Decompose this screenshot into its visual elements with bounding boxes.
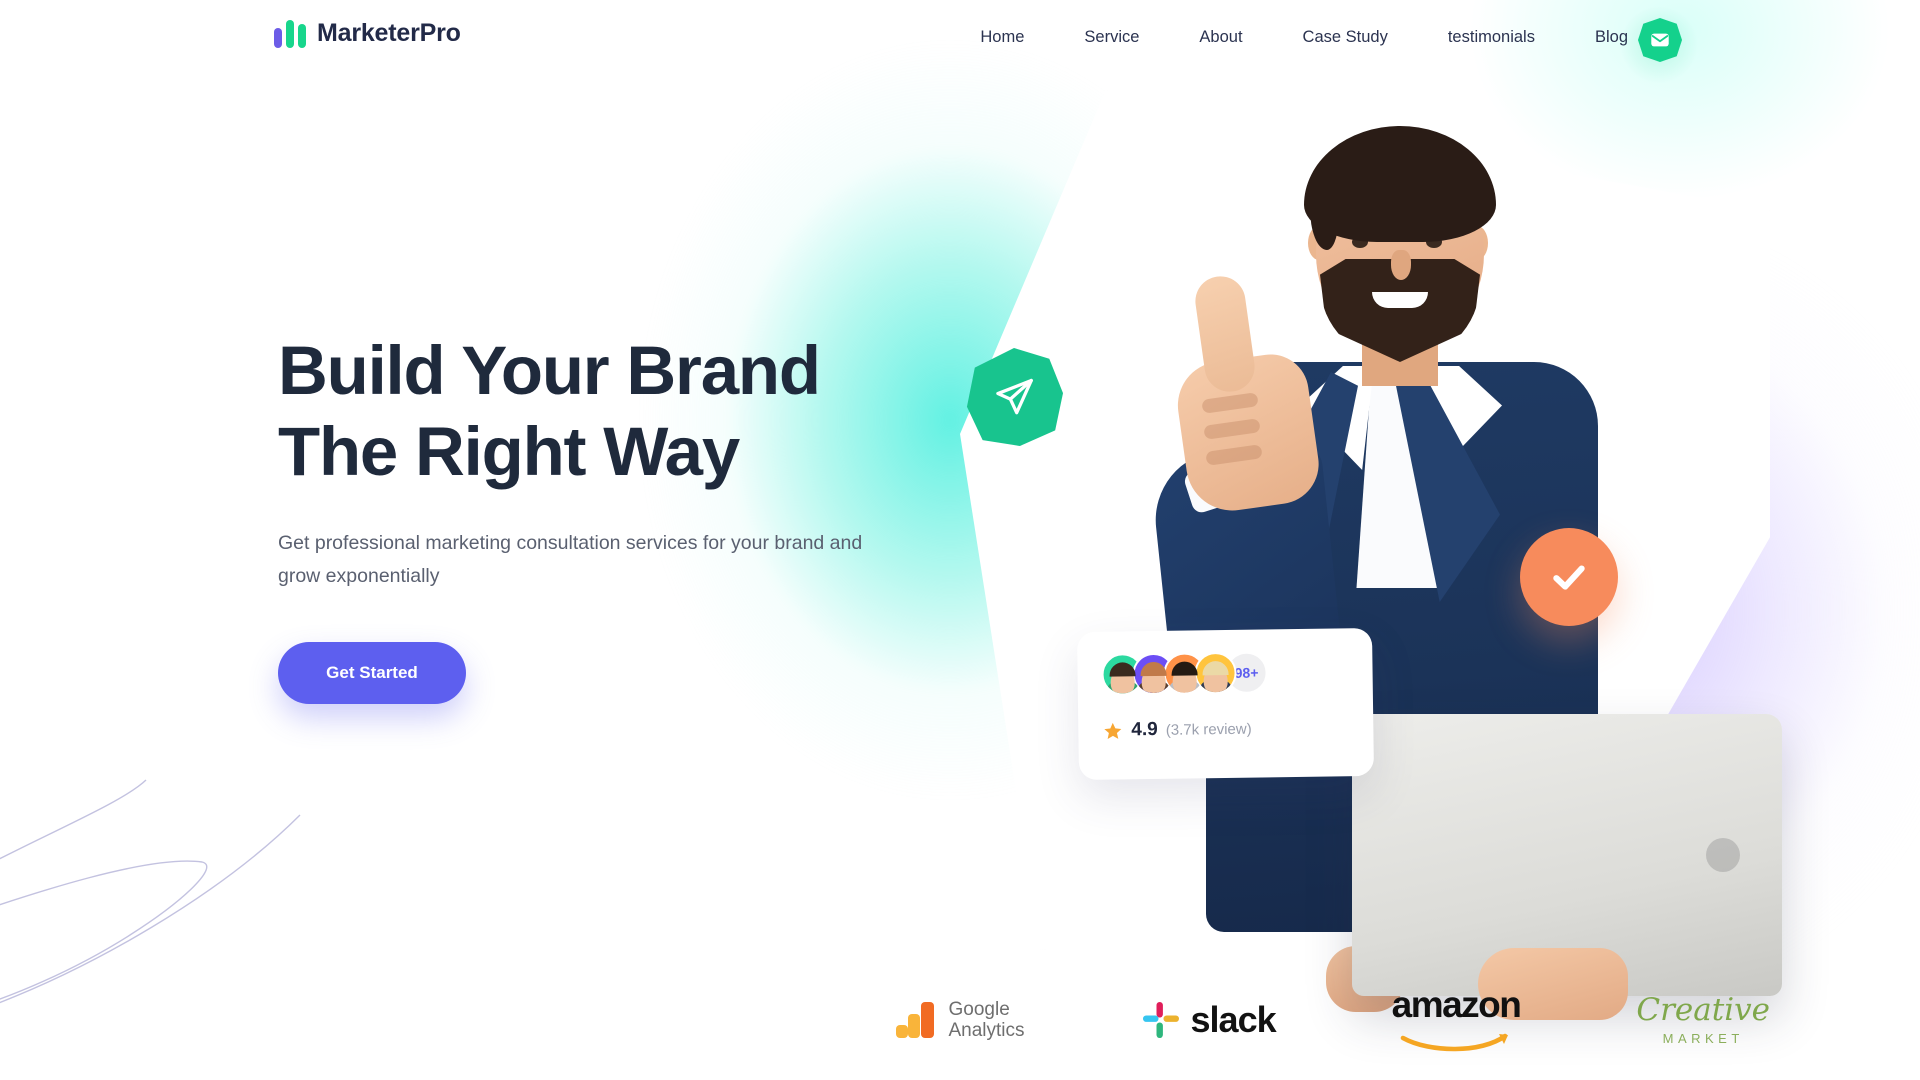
brand-logo[interactable]: MarketerPro [274, 18, 461, 48]
smile [1372, 292, 1428, 308]
brand-creative-market-sub: MARKET [1662, 1030, 1744, 1046]
hero-copy-block: Build Your Brand The Right Way Get profe… [278, 330, 978, 704]
headline-line-2: The Right Way [278, 413, 740, 491]
nav-item-blog[interactable]: Blog [1595, 22, 1628, 53]
send-badge[interactable] [966, 348, 1063, 446]
headline-line-1: Build Your Brand [278, 332, 821, 409]
rating-review-count: (3.7k review) [1165, 720, 1252, 739]
nose [1391, 250, 1411, 280]
rating-card: 98+ 4.9 (3.7k review) [1076, 627, 1375, 781]
brand-slack-label: slack [1190, 999, 1277, 1040]
brand-google-analytics-label: Google Analytics [949, 999, 1025, 1042]
rating-score: 4.9 [1131, 718, 1158, 741]
site-header: MarketerPro Home Service About Case Stud… [0, 0, 1920, 84]
brand-creative-market-script: Creative [1636, 991, 1770, 1028]
verified-check-badge[interactable] [1520, 528, 1618, 626]
nav-item-testimonials[interactable]: testimonials [1448, 22, 1535, 53]
avatar [1194, 651, 1237, 695]
brand-google-analytics[interactable]: Google Analytics [893, 997, 1025, 1043]
brand-creative-market[interactable]: Creative MARKET [1636, 991, 1770, 1046]
avatar-group: 98+ [1101, 650, 1349, 696]
brand-slack[interactable]: slack [1141, 999, 1277, 1041]
partner-logos-strip: Google Analytics slack amazon Creative M… [0, 960, 1920, 1080]
nav-item-service[interactable]: Service [1084, 22, 1139, 53]
brand-amazon[interactable]: amazon [1391, 983, 1522, 1055]
brand-amazon-label: amazon [1391, 983, 1522, 1025]
page-title: Build Your Brand The Right Way [278, 330, 978, 493]
three-bars-logo-icon [274, 18, 306, 48]
checkmark-icon [1553, 565, 1585, 590]
nav-item-home[interactable]: Home [980, 22, 1024, 53]
envelope-icon [1651, 33, 1669, 47]
businessman-photo [1140, 100, 1782, 1020]
ga-line-2: Analytics [948, 1020, 1025, 1041]
nav-item-case-study[interactable]: Case Study [1303, 22, 1388, 53]
rating-row: 4.9 (3.7k review) [1102, 716, 1349, 741]
paper-plane-icon [996, 378, 1033, 415]
slack-icon [1142, 1002, 1179, 1038]
ga-line-1: Google [948, 998, 1010, 1020]
mail-contact-button[interactable] [1638, 18, 1682, 62]
brand-name: MarketerPro [317, 18, 461, 47]
hair [1304, 126, 1496, 250]
star-icon [1104, 722, 1122, 739]
amazon-smile-icon [1400, 1033, 1508, 1051]
get-started-button[interactable]: Get Started [278, 641, 466, 704]
hero-illustration: 98+ 4.9 (3.7k review) [960, 80, 1920, 1020]
hero-subheadline: Get professional marketing consultation … [278, 531, 863, 588]
google-analytics-icon [895, 1002, 934, 1038]
nav-item-about[interactable]: About [1199, 22, 1242, 53]
main-navigation: Home Service About Case Study testimonia… [980, 22, 1658, 53]
